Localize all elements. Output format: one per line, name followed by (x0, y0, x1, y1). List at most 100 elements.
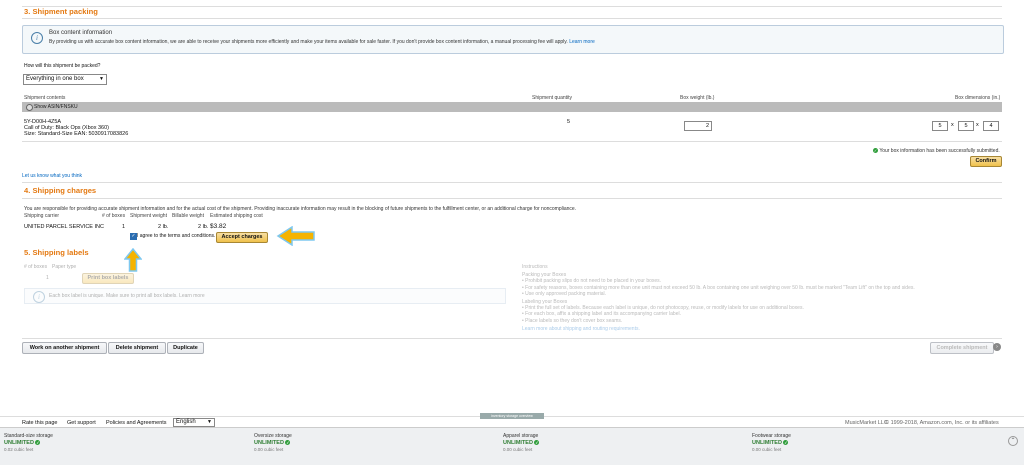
storage-value: UNLIMITED ✓ (254, 440, 291, 446)
policies-link[interactable]: Policies and Agreements (106, 420, 167, 426)
arrow-left-icon (276, 226, 315, 246)
box-height-input[interactable]: 4 (983, 121, 999, 131)
feedback-link[interactable]: Let us know what you think (22, 173, 82, 179)
learn-more-routing-link[interactable]: Learn more about shipping and routing re… (522, 326, 915, 332)
col-shipment-quantity: Shipment quantity (532, 95, 573, 101)
divider (22, 338, 1002, 339)
get-support-link[interactable]: Get support (67, 420, 96, 426)
delete-shipment-button[interactable]: Delete shipment (108, 342, 166, 354)
col-weight: Shipment weight (130, 213, 167, 219)
info-learn-more-link[interactable]: Learn more (569, 39, 595, 45)
info-text: By providing us with accurate box conten… (49, 39, 568, 45)
arrow-up-icon (124, 248, 142, 272)
divider (22, 198, 1002, 199)
show-asin-radio[interactable] (26, 104, 33, 111)
storage-sub: 0.00 cubic feet (752, 447, 782, 452)
check-circle-icon: ✓ (285, 440, 291, 446)
labels-note-text: Each box label is unique. Make sure to p… (49, 293, 205, 299)
divider (22, 18, 1002, 19)
divider (22, 182, 1002, 183)
info-icon: i (33, 291, 45, 303)
check-circle-icon: ✓ (534, 440, 540, 446)
storage-label: Footwear storage (752, 433, 791, 439)
storage-label: Apparel storage (503, 433, 539, 439)
storage-standard: Standard-size storage UNLIMITED ✓ 0.02 c… (4, 433, 244, 452)
shipment-weight: 2 lb. (158, 224, 169, 230)
pack-option-select[interactable]: Everything in one box ▼ (23, 74, 107, 85)
box-content-info-panel: i Box content information By providing u… (22, 25, 1004, 54)
col-shipment-contents: Shipment contents (24, 95, 66, 101)
col-boxes: # of boxes (102, 213, 126, 219)
labels-section-title: 5. Shipping labels (24, 248, 89, 257)
info-title: Box content information (49, 30, 113, 36)
divider (22, 141, 1002, 142)
col-box-dimensions: Box dimensions (in.) (955, 95, 1001, 101)
complete-shipment-button[interactable]: Complete shipment (930, 342, 994, 354)
print-box-labels-button[interactable]: Print box labels (82, 273, 134, 284)
storage-label: Standard-size storage (4, 433, 53, 439)
storage-sub: 0.00 cubic feet (254, 447, 284, 452)
copyright-brand: MusicMarket LLC (845, 420, 888, 426)
instructions-panel: Instructions Packing your Boxes • Prohib… (522, 264, 915, 332)
language-select[interactable]: English ▼ (173, 418, 215, 427)
box-count: 1 (122, 224, 126, 230)
labels-box-count: 1 (46, 275, 49, 281)
rate-page-link[interactable]: Rate this page (22, 420, 57, 426)
duplicate-button[interactable]: Duplicate (167, 342, 204, 354)
top-divider (22, 6, 1002, 7)
item-size: Size: Standard-Size EAN: 5030917083826 (24, 131, 129, 137)
box-length-input[interactable]: 5 (932, 121, 948, 131)
chevron-down-icon: ▼ (99, 76, 104, 82)
col-cost: Estimated shipping cost (210, 213, 263, 219)
labels-col-boxes: # of boxes (24, 264, 48, 270)
charges-notice: You are responsible for providing accura… (24, 206, 577, 212)
storage-oversize: Oversize storage UNLIMITED ✓ 0.00 cubic … (254, 433, 494, 452)
instructions-title: Instructions (522, 264, 548, 270)
pack-option-value: Everything in one box (26, 76, 84, 82)
agree-checkbox[interactable]: ✓ (130, 233, 137, 240)
item-quantity: 5 (567, 119, 571, 125)
accept-charges-button[interactable]: Accept charges (216, 232, 268, 243)
confirm-button[interactable]: Confirm (970, 156, 1002, 167)
labels-col-paper: Paper type (52, 264, 77, 270)
work-another-shipment-button[interactable]: Work on another shipment (22, 342, 107, 354)
chevron-down-icon: ▼ (207, 419, 212, 425)
storage-sub: 0.02 cubic feet (4, 447, 34, 452)
agree-label: I agree to the terms and conditions. (137, 233, 216, 239)
show-asin-label: Show ASIN/FNSKU (34, 104, 78, 110)
labeling-item: • Place labels so they don't cover box s… (522, 317, 623, 324)
chevron-up-icon[interactable]: ⌃ (1008, 436, 1018, 446)
storage-label: Oversize storage (254, 433, 292, 439)
dim-separator: x (976, 122, 979, 128)
billable-weight: 2 lb. (198, 224, 209, 230)
copyright-text: © 1999-2018, Amazon.com, Inc. or its aff… (885, 420, 999, 426)
col-carrier: Shipping carrier (24, 213, 60, 219)
box-width-input[interactable]: 5 (958, 121, 974, 131)
info-text-line: By providing us with accurate box conten… (49, 39, 595, 45)
storage-apparel: Apparel storage UNLIMITED ✓ 0.00 cubic f… (503, 433, 743, 452)
packing-item: • Use only approved packing material. (522, 290, 607, 297)
storage-sub: 0.00 cubic feet (503, 447, 533, 452)
info-icon: i (31, 32, 43, 44)
box-weight-input[interactable]: 2 (684, 121, 712, 131)
estimated-cost: $3.82 (210, 223, 227, 230)
check-circle-icon: ✓ (873, 148, 878, 154)
labels-note-box: i Each box label is unique. Make sure to… (24, 288, 506, 304)
show-asin-bar: Show ASIN/FNSKU (22, 102, 1002, 112)
storage-value: UNLIMITED ✓ (503, 440, 540, 446)
success-text: Your box information has been successful… (879, 148, 1000, 154)
storage-value: UNLIMITED ✓ (752, 440, 789, 446)
dim-separator: x (951, 122, 954, 128)
storage-footwear: Footwear storage UNLIMITED ✓ 0.00 cubic … (752, 433, 992, 452)
storage-overview-tab[interactable]: inventory storage overview (480, 413, 544, 419)
packing-section-title: 3. Shipment packing (24, 7, 98, 16)
packing-question: How will this shipment be packed? (24, 63, 101, 69)
carrier-name: UNITED PARCEL SERVICE INC (24, 224, 104, 230)
col-billable: Billable weight (172, 213, 204, 219)
check-circle-icon: ✓ (35, 440, 41, 446)
language-value: English (176, 419, 196, 425)
charges-section-title: 4. Shipping charges (24, 186, 97, 195)
col-box-weight: Box weight (lb.) (680, 95, 715, 101)
success-message: ✓ Your box information has been successf… (873, 148, 1000, 154)
item-info: 5Y-D00H-4Z5A Call of Duty: Black Ops (Xb… (24, 119, 128, 137)
